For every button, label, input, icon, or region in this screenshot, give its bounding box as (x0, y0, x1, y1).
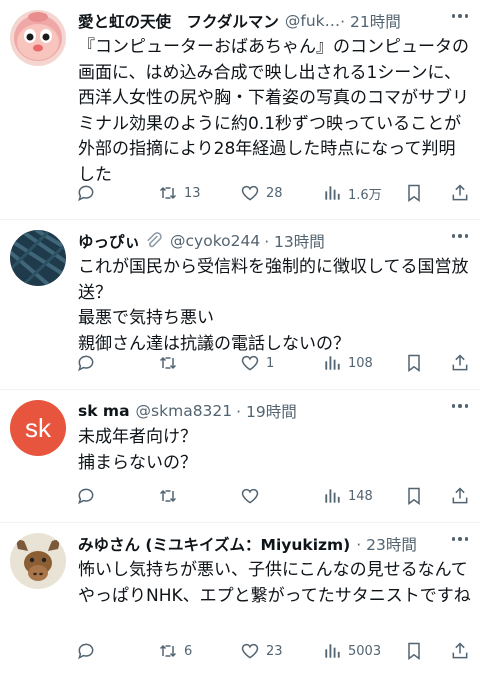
share-button[interactable] (450, 484, 470, 508)
tweet-text: 『コンピューターおばあちゃん』のコンピュータの画面に、はめ込み合成で映し出される… (78, 37, 469, 185)
view-count: 148 (348, 488, 373, 504)
views-icon (325, 644, 340, 658)
bookmark-icon (408, 642, 420, 660)
bookmark-icon (408, 487, 420, 505)
views-button[interactable]: 108 (322, 351, 404, 375)
display-name[interactable]: みゆさん (ミユキイズム：Miyukizm) (78, 533, 350, 555)
timestamp[interactable]: · 23時間 (356, 533, 417, 555)
display-name[interactable]: 愛と虹の天使 フクダルマン (78, 10, 279, 32)
reply-icon (78, 355, 94, 372)
views-button[interactable]: 148 (322, 484, 404, 508)
retweet-button[interactable] (158, 351, 240, 375)
like-count: 28 (266, 185, 283, 201)
tweet[interactable]: みゆさん (ミユキイズム：Miyukizm) · 23時間 怖いし気持ちが悪い、… (0, 523, 480, 677)
share-icon (452, 642, 468, 659)
timestamp[interactable]: · 13時間 (264, 230, 325, 252)
retweet-button[interactable] (158, 484, 240, 508)
avatar-letters: sk (25, 412, 51, 443)
like-count: 23 (266, 643, 283, 659)
reply-icon (78, 185, 94, 202)
views-button[interactable]: 5003 (322, 639, 404, 663)
reply-icon (78, 643, 94, 660)
tweet-text: 未成年者向け？ 捕まらないの？ (78, 427, 197, 473)
avatar[interactable]: sk (10, 400, 66, 456)
bookmark-icon (408, 354, 420, 372)
retweet-icon (159, 489, 177, 503)
retweet-count: 6 (184, 643, 193, 659)
reply-button[interactable] (76, 484, 158, 508)
paperclip-icon (147, 232, 162, 248)
share-icon (452, 487, 468, 504)
share-button[interactable] (450, 639, 470, 663)
like-count: 1 (266, 355, 275, 371)
views-icon (325, 489, 340, 503)
bookmark-button[interactable] (404, 639, 446, 663)
handle[interactable]: @cyoko244 (170, 232, 260, 250)
view-count: 1.6万 (348, 187, 382, 203)
avatar[interactable] (10, 533, 66, 589)
retweet-button[interactable]: 6 (158, 639, 240, 663)
tweet[interactable]: sk sk ma @skma8321 · 19時間 未成年者向け？ 捕まらないの… (0, 390, 480, 523)
retweet-icon (159, 186, 177, 200)
view-count: 108 (348, 355, 373, 371)
tweet-text: 怖いし気持ちが悪い、子供にこんなの見せるなんてやっぱりNHK、エプと繋がってたサ… (78, 560, 471, 606)
like-button[interactable]: 28 (240, 181, 322, 205)
bookmark-button[interactable] (404, 484, 446, 508)
view-count: 5003 (348, 643, 382, 659)
share-icon (452, 354, 468, 371)
tweet[interactable]: ゆっぴぃ @cyoko244 · 13時間 これが国民から受信料を強制的に徴収し… (0, 220, 480, 390)
views-icon (325, 186, 340, 200)
reply-icon (78, 488, 94, 505)
share-button[interactable] (450, 181, 470, 205)
like-icon (241, 185, 259, 201)
like-icon (241, 643, 259, 659)
avatar[interactable] (10, 230, 66, 286)
retweet-button[interactable]: 13 (158, 181, 240, 205)
handle[interactable]: @fuk… (285, 12, 340, 30)
more-icon[interactable] (451, 14, 468, 18)
views-icon (325, 356, 340, 370)
handle[interactable]: @skma8321 (136, 402, 233, 420)
display-name[interactable]: sk ma (78, 402, 130, 420)
retweet-count: 13 (184, 185, 201, 201)
more-icon[interactable] (451, 537, 468, 541)
avatar[interactable] (10, 10, 66, 66)
reply-button[interactable] (76, 181, 158, 205)
timestamp[interactable]: · 21時間 (340, 10, 401, 32)
like-icon (241, 355, 259, 371)
retweet-icon (159, 644, 177, 658)
bookmark-button[interactable] (404, 181, 446, 205)
like-icon (241, 488, 259, 504)
reply-button[interactable] (76, 639, 158, 663)
like-button[interactable]: 1 (240, 351, 322, 375)
tweet[interactable]: 愛と虹の天使 フクダルマン @fuk… · 21時間 『コンピューターおばあちゃ… (0, 0, 480, 220)
display-name[interactable]: ゆっぴぃ (78, 230, 140, 252)
views-button[interactable]: 1.6万 (322, 181, 404, 205)
tweet-text: これが国民から受信料を強制的に徴収してる国営放送？ 最悪で気持ち悪い 親御さん達… (78, 257, 469, 354)
more-icon[interactable] (451, 404, 468, 408)
share-button[interactable] (450, 351, 470, 375)
retweet-icon (159, 356, 177, 370)
like-button[interactable] (240, 484, 322, 508)
like-button[interactable]: 23 (240, 639, 322, 663)
bookmark-icon (408, 184, 420, 202)
reply-button[interactable] (76, 351, 158, 375)
more-icon[interactable] (451, 234, 468, 238)
timestamp[interactable]: · 19時間 (236, 400, 297, 422)
bookmark-button[interactable] (404, 351, 446, 375)
share-icon (452, 184, 468, 201)
